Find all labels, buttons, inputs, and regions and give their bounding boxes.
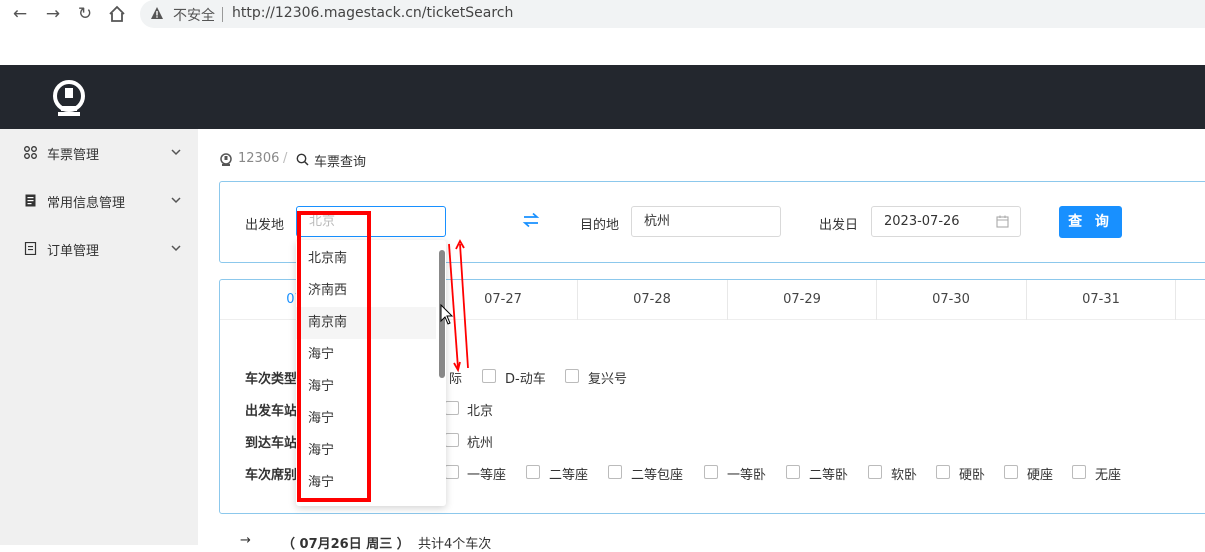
from-label: 出发地 [245,218,285,233]
seat-checkbox[interactable] [868,465,882,479]
url-separator [222,7,223,22]
annotation-box [297,211,371,502]
seat-option: 硬座 [1027,468,1054,483]
seat-option: 一等卧 [727,468,767,483]
depart-station-option: 北京 [467,404,494,419]
seat-option: 硬卧 [959,468,986,483]
seat-checkbox[interactable] [608,465,622,479]
seat-checkbox[interactable] [1004,465,1018,479]
to-station-input[interactable]: 杭州 [631,206,781,237]
seat-option: 二等卧 [809,468,849,483]
date-value: 2023-07-26 [884,214,960,229]
railway-logo-icon [53,80,85,116]
search-icon [296,153,309,166]
seat-checkbox[interactable] [936,465,950,479]
breadcrumb-home[interactable]: 12306 [238,151,279,166]
depart-station-checkbox[interactable] [445,401,459,415]
railway-home-icon [220,153,232,166]
sidebar-item-order-management[interactable]: 订单管理 [0,225,198,273]
breadcrumb-separator: / [283,151,288,166]
forward-icon[interactable]: → [42,3,64,25]
tab-date[interactable]: 07-30 [876,280,1025,320]
seat-checkbox[interactable] [704,465,718,479]
seat-option: 无座 [1095,468,1122,483]
sidebar-item-ticket-management[interactable]: 车票管理 [0,129,198,177]
list-icon [24,242,37,255]
tab-date[interactable]: 07-31 [1026,280,1175,320]
arrive-station-checkbox[interactable] [445,433,459,447]
mouse-cursor-icon [440,304,454,325]
security-label: 不安全 [173,8,215,24]
sidebar-item-common-info[interactable]: 常用信息管理 [0,177,198,225]
summary-arrow: → [240,533,251,548]
home-icon[interactable] [106,3,128,25]
tab-date[interactable]: 07-28 [577,280,726,320]
train-type-option: D-动车 [505,372,546,387]
date-input[interactable]: 2023-07-26 [871,206,1021,237]
sidebar: 车票管理 常用信息管理 订单管理 [0,129,198,545]
tab-date[interactable]: 07-29 [727,280,876,320]
seat-checkbox[interactable] [1072,465,1086,479]
grid-icon [24,146,37,159]
document-icon [25,194,36,207]
seat-option: 软卧 [891,468,918,483]
sidebar-item-label: 车票管理 [47,148,100,163]
seat-checkbox[interactable] [445,465,459,479]
seat-option: 二等包座 [631,468,684,483]
summary-date: （ 07月26日 周三 ） [282,537,410,552]
sidebar-item-label: 常用信息管理 [47,196,126,211]
back-icon[interactable]: ← [9,3,31,25]
seat-checkbox[interactable] [526,465,540,479]
train-type-label: 车次类型 [245,372,298,387]
summary-count: 共计4个车次 [418,537,492,552]
address-bar[interactable]: 不安全 http://12306.magestack.cn/ticketSear… [140,0,1205,28]
breadcrumb-current: 车票查询 [314,155,367,170]
warning-icon [151,7,163,19]
date-label: 出发日 [819,218,859,233]
arrive-station-label: 到达车站 [245,436,298,451]
train-type-checkbox[interactable] [565,369,579,383]
seat-option: 二等座 [549,468,589,483]
train-type-checkbox[interactable] [482,369,496,383]
seat-option: 一等座 [467,468,507,483]
tab-date-next[interactable] [1175,280,1205,320]
seat-label: 车次席别 [245,468,298,483]
train-type-option: 复兴号 [588,372,628,387]
arrive-station-option: 杭州 [467,436,494,451]
reload-icon[interactable]: ↻ [74,3,96,25]
depart-station-label: 出发车站 [245,404,298,419]
app-header [0,65,1205,129]
query-button[interactable]: 查 询 [1059,206,1122,238]
chevron-down-icon [171,197,181,204]
calendar-icon [996,215,1009,228]
browser-toolbar: ← → ↻ 不安全 http://12306.magestack.cn/tick… [0,0,1205,28]
to-label: 目的地 [580,218,620,233]
swap-icon[interactable] [522,212,540,228]
seat-checkbox[interactable] [786,465,800,479]
chevron-down-icon [171,245,181,252]
url-text[interactable]: http://12306.magestack.cn/ticketSearch [232,5,513,21]
sidebar-item-label: 订单管理 [47,244,100,259]
chevron-down-icon [171,149,181,156]
